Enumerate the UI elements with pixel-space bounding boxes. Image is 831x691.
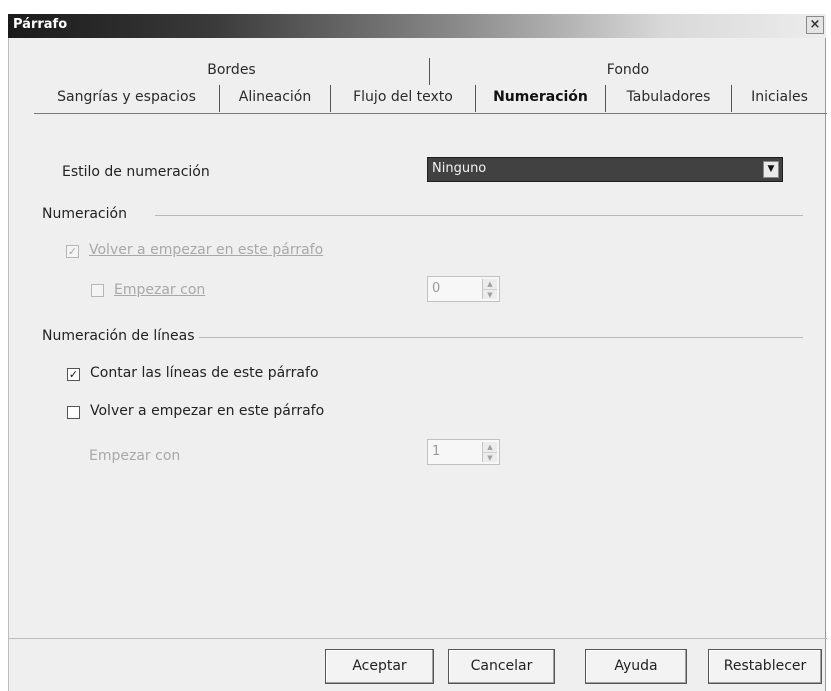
cancel-button[interactable]: Cancelar (448, 649, 555, 684)
numbering-section-divider (155, 215, 803, 216)
spin-up-icon[interactable]: ▲ (483, 442, 497, 452)
numbering-start-stepper: ▲ ▼ (482, 279, 497, 299)
help-button[interactable]: Ayuda (585, 649, 687, 684)
tab-alignment[interactable]: Alineación (220, 85, 331, 112)
count-lines-label: Contar las líneas de este párrafo (90, 365, 319, 381)
numbering-style-dropdown[interactable]: Ninguno ▼ (427, 157, 783, 182)
numbering-start-value: 0 (432, 281, 441, 296)
numbering-start-spinbox[interactable]: 0 ▲ ▼ (427, 276, 500, 302)
tab-row-bottom: Sangrías y espacios Alineación Flujo del… (34, 85, 827, 112)
tab-borders[interactable]: Bordes (34, 58, 430, 85)
numbering-start-with-label: Empezar con (114, 282, 206, 298)
spin-down-icon[interactable]: ▼ (483, 452, 497, 462)
numbering-style-value: Ninguno (432, 161, 487, 176)
window-title: Párrafo (13, 17, 68, 32)
tab-tabs[interactable]: Tabuladores (606, 85, 732, 112)
tab-background[interactable]: Fondo (430, 58, 826, 85)
dialog-body: Bordes Fondo Sangrías y espacios Alineac… (8, 38, 827, 691)
line-restart-label: Volver a empezar en este párrafo (90, 403, 325, 419)
spin-down-icon[interactable]: ▼ (483, 289, 497, 299)
footer-divider (9, 638, 827, 639)
close-icon: × (809, 17, 821, 32)
line-start-stepper: ▲ ▼ (482, 442, 497, 462)
numbering-restart-label: Volver a empezar en este párrafo (89, 242, 324, 258)
tab-indents-spacing[interactable]: Sangrías y espacios (34, 85, 220, 112)
count-lines-checkbox[interactable]: ✓ (67, 368, 80, 381)
line-numbering-section-title: Numeración de líneas (42, 328, 195, 344)
paragraph-dialog-window: Párrafo × Bordes Fondo Sangrías y espaci… (0, 0, 831, 691)
numbering-restart-checkbox[interactable]: ✓ (66, 245, 79, 258)
title-bar[interactable]: Párrafo × (8, 14, 826, 38)
tab-row-top: Bordes Fondo (34, 58, 827, 85)
ok-button[interactable]: Aceptar (325, 649, 434, 684)
line-restart-checkbox[interactable] (67, 406, 80, 419)
tab-divider (34, 113, 827, 114)
numbering-style-label: Estilo de numeración (62, 164, 210, 180)
tab-numbering[interactable]: Numeración (476, 85, 606, 112)
line-start-spinbox[interactable]: 1 ▲ ▼ (427, 439, 500, 465)
chevron-down-icon[interactable]: ▼ (763, 161, 779, 178)
spin-up-icon[interactable]: ▲ (483, 279, 497, 289)
line-start-value: 1 (432, 444, 441, 459)
tab-drop-caps[interactable]: Iniciales (732, 85, 827, 112)
reset-button[interactable]: Restablecer (708, 649, 822, 684)
close-button[interactable]: × (806, 16, 824, 34)
line-numbering-section-divider (199, 337, 803, 338)
tab-text-flow[interactable]: Flujo del texto (331, 85, 476, 112)
line-start-with-label: Empezar con (89, 448, 181, 464)
numbering-section-title: Numeración (42, 206, 127, 222)
numbering-start-with-checkbox[interactable] (91, 284, 104, 297)
